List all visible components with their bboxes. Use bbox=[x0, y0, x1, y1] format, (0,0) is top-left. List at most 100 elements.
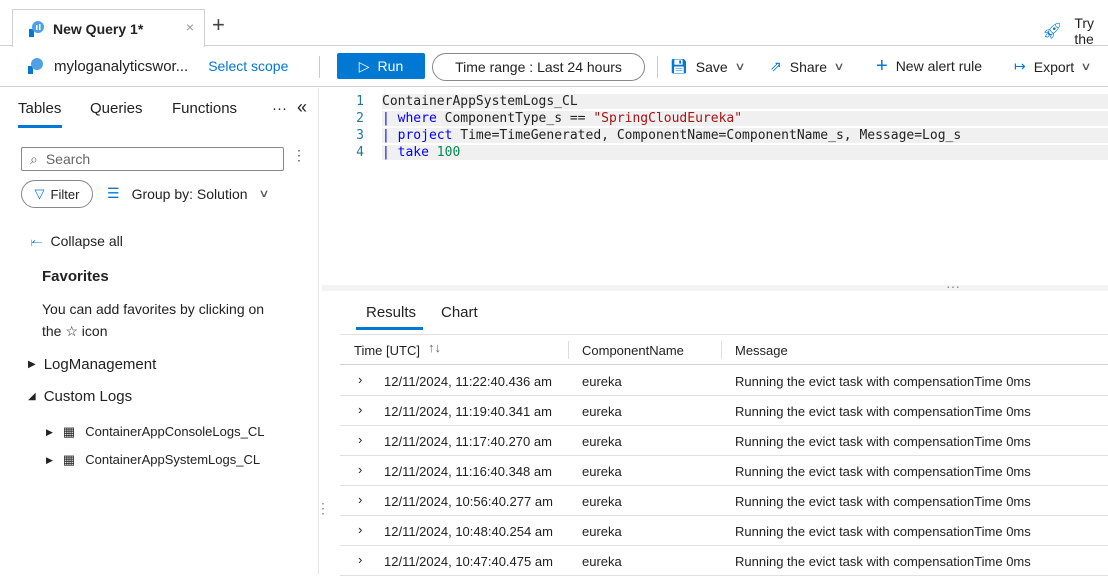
tab-tables[interactable]: Tables bbox=[18, 100, 61, 117]
code-token: | bbox=[382, 111, 398, 126]
tree-group-custom-logs[interactable]: ◢ Custom Logs bbox=[28, 388, 132, 406]
new-alert-rule-button[interactable]: + New alert rule bbox=[876, 56, 983, 76]
tab-functions[interactable]: Functions bbox=[172, 100, 237, 117]
cell-time: 12/11/2024, 11:16:40.348 am bbox=[384, 464, 552, 479]
splitter-handle-icon[interactable]: ··· bbox=[946, 278, 960, 294]
tab-new-query[interactable]: New Query 1* × bbox=[12, 9, 205, 47]
cell-time: 12/11/2024, 10:48:40.254 am bbox=[384, 524, 553, 539]
code-token: project bbox=[397, 128, 453, 143]
cell-componentname: eureka bbox=[582, 554, 622, 569]
cell-time: 12/11/2024, 11:22:40.436 am bbox=[384, 374, 552, 389]
favorites-hint: the ☆ icon bbox=[42, 323, 108, 339]
divider bbox=[319, 56, 320, 78]
table-row[interactable]: › 12/11/2024, 11:17:40.270 am eureka Run… bbox=[340, 426, 1108, 456]
share-button[interactable]: ⇗ Share ∨ bbox=[770, 58, 845, 75]
time-range-button[interactable]: Time range : Last 24 hours bbox=[432, 53, 645, 81]
expand-row-icon[interactable]: › bbox=[358, 372, 362, 387]
new-tab-button[interactable]: + bbox=[212, 12, 225, 38]
column-header-message[interactable]: Message bbox=[735, 343, 788, 358]
chevron-down-icon: ∨ bbox=[1080, 61, 1092, 73]
favorites-heading: Favorites bbox=[42, 268, 109, 285]
cell-componentname: eureka bbox=[582, 374, 622, 389]
filter-label: Filter bbox=[50, 186, 80, 202]
save-label: Save bbox=[695, 58, 728, 75]
cell-message: Running the evict task with compensation… bbox=[735, 494, 1031, 509]
select-scope-link[interactable]: Select scope bbox=[208, 58, 288, 74]
search-input[interactable]: ⌕ Search bbox=[21, 147, 284, 171]
try-new-button[interactable]: 🚀︎ Try the bbox=[1042, 15, 1108, 47]
table-row[interactable]: › 12/11/2024, 11:19:40.341 am eureka Run… bbox=[340, 396, 1108, 426]
group-by-label: Group by: Solution bbox=[131, 185, 248, 202]
share-icon: ⇗ bbox=[770, 58, 782, 74]
chevron-down-icon: ∨ bbox=[257, 188, 270, 200]
tab-chart[interactable]: Chart bbox=[441, 304, 478, 321]
table-row[interactable]: › 12/11/2024, 11:22:40.436 am eureka Run… bbox=[340, 366, 1108, 396]
column-header-time[interactable]: Time [UTC] bbox=[354, 343, 420, 358]
table-row[interactable]: › 12/11/2024, 10:47:40.475 am eureka Run… bbox=[340, 546, 1108, 576]
expand-row-icon[interactable]: › bbox=[358, 552, 362, 567]
code-token: | bbox=[382, 128, 398, 143]
table-item[interactable]: ▶ ▦ ContainerAppSystemLogs_CL bbox=[46, 452, 260, 468]
filter-button[interactable]: ▽ Filter bbox=[21, 180, 93, 208]
group-by-dropdown[interactable]: ☰ Group by: Solution ∨ bbox=[107, 185, 270, 202]
collapse-pane-button[interactable]: « bbox=[297, 97, 307, 118]
column-header-componentname[interactable]: ComponentName bbox=[582, 343, 684, 358]
caret-right-icon: ▶ bbox=[46, 427, 53, 437]
expand-row-icon[interactable]: › bbox=[358, 432, 362, 447]
expand-row-icon[interactable]: › bbox=[358, 402, 362, 417]
table-icon: ▦ bbox=[62, 452, 76, 467]
table-item[interactable]: ▶ ▦ ContainerAppConsoleLogs_CL bbox=[46, 424, 264, 440]
caret-right-icon: ▶ bbox=[46, 455, 53, 465]
table-row[interactable]: › 12/11/2024, 10:48:40.254 am eureka Run… bbox=[340, 516, 1108, 546]
tab-queries[interactable]: Queries bbox=[90, 100, 143, 117]
favorites-hint: You can add favorites by clicking on bbox=[42, 301, 265, 317]
collapse-all-button[interactable]: ⥒ Collapse all bbox=[30, 233, 123, 250]
run-button[interactable]: ▷ Run bbox=[337, 53, 425, 79]
sort-icon[interactable]: ↑↓ bbox=[428, 340, 441, 355]
play-icon: ▷ bbox=[358, 57, 370, 74]
export-label: Export bbox=[1033, 58, 1075, 75]
log-analytics-icon bbox=[29, 20, 44, 37]
tree-group-logmanagement[interactable]: ▶ LogManagement bbox=[28, 356, 156, 374]
more-options-button[interactable]: ··· bbox=[272, 100, 287, 117]
expand-row-icon[interactable]: › bbox=[358, 522, 362, 537]
table-name: ContainerAppConsoleLogs_CL bbox=[85, 424, 265, 439]
code-line: | take 100 bbox=[382, 145, 1108, 160]
search-placeholder: Search bbox=[45, 151, 91, 167]
code-line: | project Time=TimeGenerated, ComponentN… bbox=[382, 128, 1108, 143]
collapse-all-icon: ⥒ bbox=[30, 233, 43, 249]
cell-message: Running the evict task with compensation… bbox=[735, 524, 1031, 539]
line-number: 1 bbox=[356, 94, 364, 109]
group-icon: ☰ bbox=[107, 185, 120, 201]
splitter-handle-icon[interactable]: ⋮ bbox=[316, 500, 330, 517]
tab-results[interactable]: Results bbox=[366, 304, 416, 321]
table-row[interactable]: › 12/11/2024, 11:16:40.348 am eureka Run… bbox=[340, 456, 1108, 486]
expand-row-icon[interactable]: › bbox=[358, 492, 362, 507]
save-icon: 💾︎ bbox=[670, 58, 688, 74]
close-tab-icon[interactable]: × bbox=[186, 19, 194, 35]
filter-icon: ▽ bbox=[34, 186, 45, 201]
code-token: where bbox=[397, 111, 437, 126]
cell-message: Running the evict task with compensation… bbox=[735, 554, 1031, 569]
export-button[interactable]: ↦ Export ∨ bbox=[1014, 58, 1092, 75]
cell-componentname: eureka bbox=[582, 524, 622, 539]
code-token: "SpringCloudEureka" bbox=[593, 111, 743, 126]
query-editor[interactable]: 1 ContainerAppSystemLogs_CL 2 | where Compo… bbox=[322, 88, 1108, 286]
table-row[interactable]: › 12/11/2024, 10:56:40.277 am eureka Run… bbox=[340, 486, 1108, 516]
cell-time: 12/11/2024, 10:56:40.277 am bbox=[384, 494, 553, 509]
new-alert-label: New alert rule bbox=[895, 58, 983, 74]
cell-message: Running the evict task with compensation… bbox=[735, 374, 1031, 389]
divider bbox=[657, 56, 658, 78]
line-number: 3 bbox=[356, 128, 364, 143]
time-range-value: Last 24 hours bbox=[537, 59, 622, 75]
code-token: ContainerAppSystemLogs_CL bbox=[382, 94, 578, 109]
cell-time: 12/11/2024, 11:17:40.270 am bbox=[384, 434, 552, 449]
save-button[interactable]: 💾︎ Save ∨ bbox=[670, 58, 745, 75]
cell-message: Running the evict task with compensation… bbox=[735, 434, 1031, 449]
workspace-scope: myloganalyticswor... Select scope bbox=[26, 57, 288, 75]
expand-row-icon[interactable]: › bbox=[358, 462, 362, 477]
try-label: Try the bbox=[1074, 15, 1095, 47]
cell-componentname: eureka bbox=[582, 434, 622, 449]
search-options-icon[interactable]: ⋮ bbox=[292, 147, 306, 164]
editor-results-splitter[interactable] bbox=[322, 285, 1108, 291]
